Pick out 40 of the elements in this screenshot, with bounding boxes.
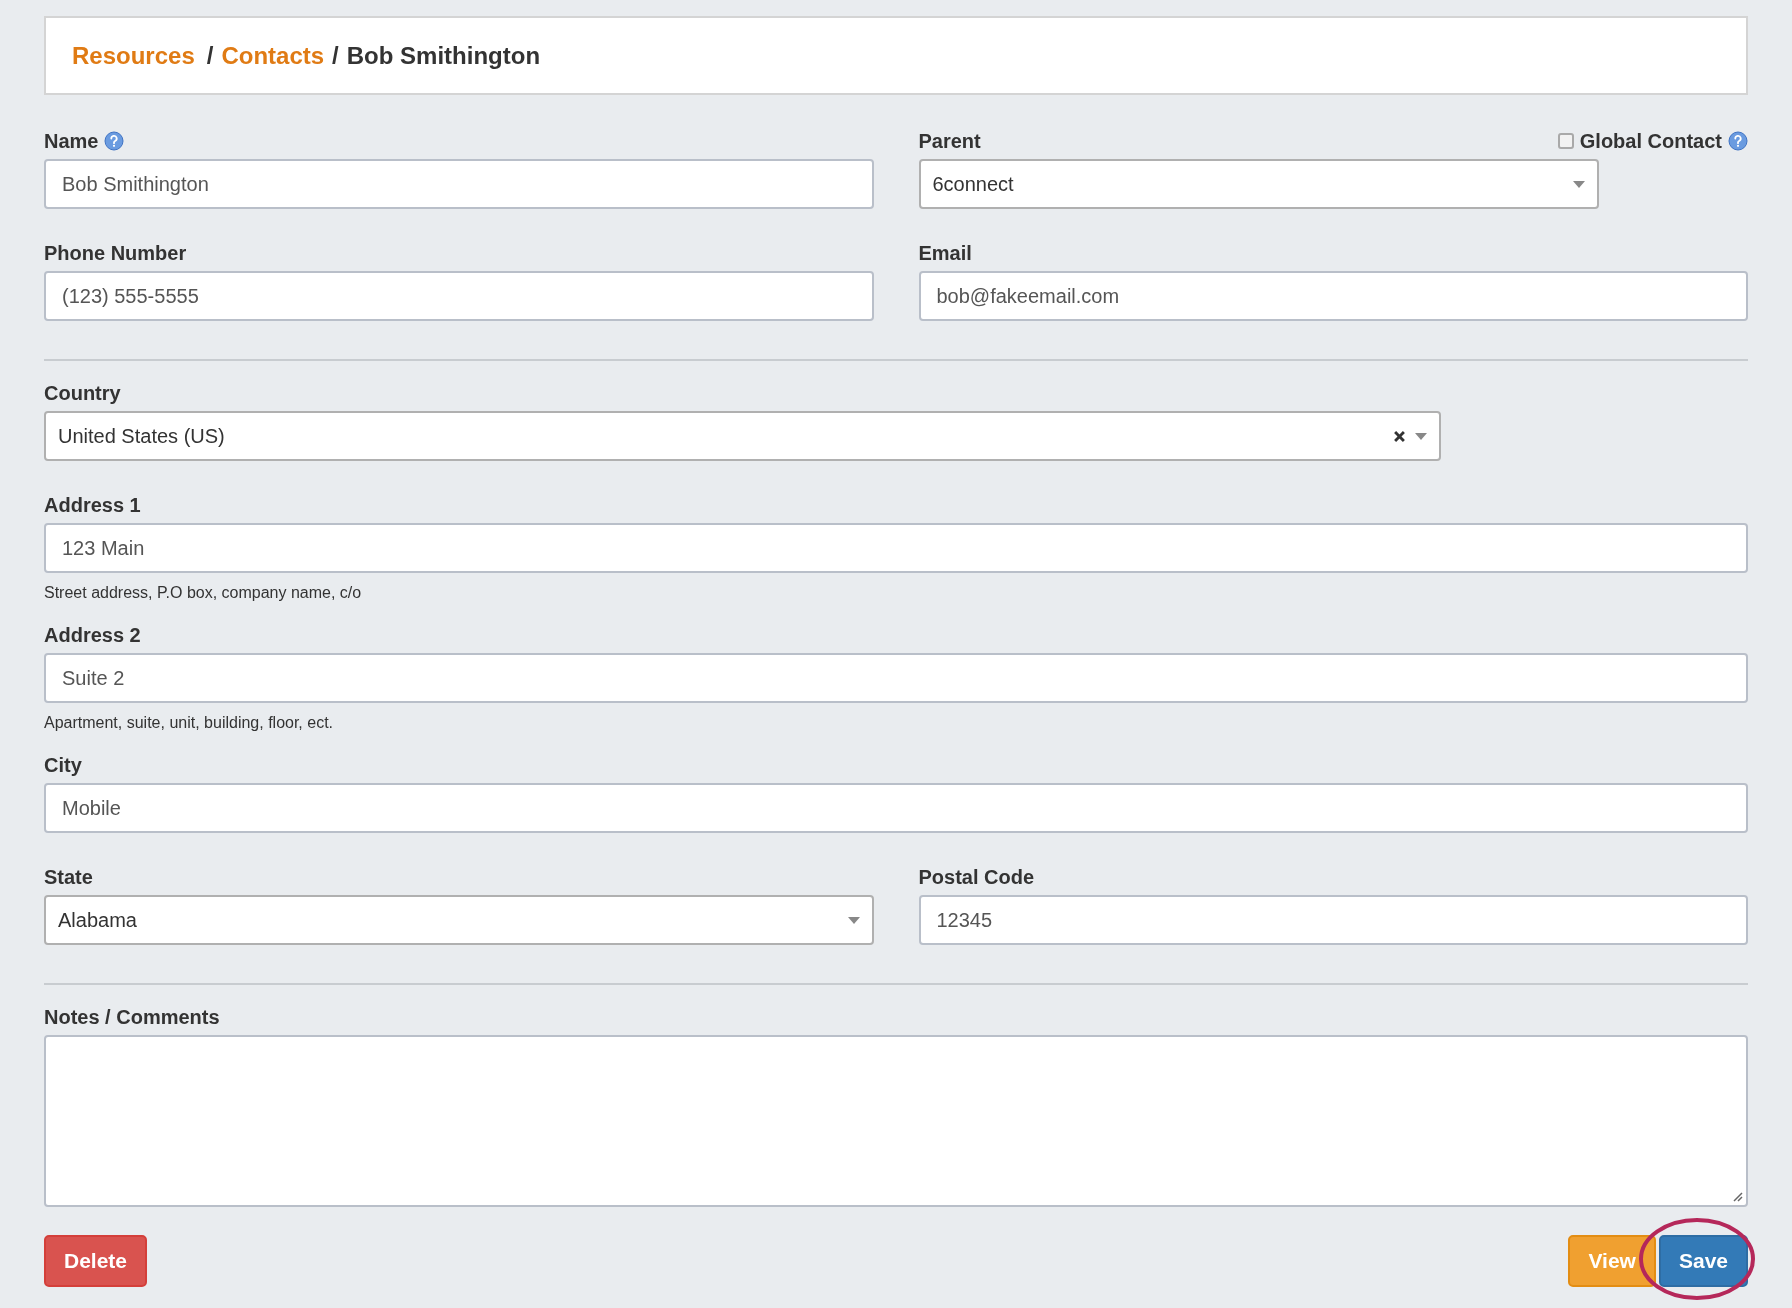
field-label: Country bbox=[44, 381, 121, 406]
text-field[interactable]: Suite 2 bbox=[44, 653, 1748, 703]
help-icon[interactable] bbox=[1728, 131, 1748, 151]
clear-icon[interactable] bbox=[1394, 430, 1406, 442]
text-field[interactable]: (123) 555-5555 bbox=[44, 271, 874, 321]
field-label: Notes / Comments bbox=[44, 1005, 220, 1030]
caret-icon bbox=[847, 916, 860, 924]
checkbox-label: Global Contact bbox=[1579, 129, 1722, 154]
field-label: Name bbox=[44, 129, 99, 154]
text-field[interactable]: 123 Main bbox=[44, 523, 1748, 573]
help-text: Apartment, suite, unit, building, floor, ect. bbox=[44, 713, 335, 733]
text-field[interactable]: 12345 bbox=[918, 895, 1748, 945]
resize-handle-icon[interactable] bbox=[1731, 1190, 1743, 1202]
field-label: Address 1 bbox=[44, 493, 141, 518]
help-text: Street address, P.O box, company name, c/o bbox=[44, 583, 363, 603]
global-contact-checkbox[interactable] bbox=[1557, 133, 1574, 149]
field-label: Parent bbox=[918, 129, 981, 154]
select-field[interactable]: 6connect bbox=[918, 159, 1599, 209]
delete-button[interactable]: Delete bbox=[44, 1235, 148, 1287]
caret-icon bbox=[1415, 432, 1428, 440]
text-field[interactable]: bob@fakeemail.com bbox=[918, 271, 1748, 321]
field-label: Email bbox=[918, 241, 972, 266]
caret-icon bbox=[1572, 180, 1585, 188]
select-field[interactable]: Alabama bbox=[44, 895, 874, 945]
breadcrumb-current: Bob Smithington bbox=[346, 40, 541, 71]
save-button[interactable]: Save bbox=[1658, 1235, 1748, 1287]
field-label: City bbox=[44, 753, 82, 778]
select-value: United States (US) bbox=[58, 424, 226, 449]
field-label: Phone Number bbox=[44, 241, 187, 266]
select-field[interactable]: United States (US) bbox=[44, 411, 1442, 461]
breadcrumb-separator: / bbox=[332, 40, 339, 71]
help-icon[interactable] bbox=[104, 131, 125, 151]
select-value: Alabama bbox=[58, 908, 138, 933]
field-label: Postal Code bbox=[918, 865, 1035, 890]
breadcrumb-separator: / bbox=[206, 40, 214, 71]
text-field[interactable]: Bob Smithington bbox=[44, 159, 874, 209]
field-label: Address 2 bbox=[44, 623, 141, 648]
field-label: State bbox=[44, 865, 93, 890]
select-value: 6connect bbox=[932, 172, 1015, 197]
text-field[interactable]: Mobile bbox=[44, 783, 1748, 833]
